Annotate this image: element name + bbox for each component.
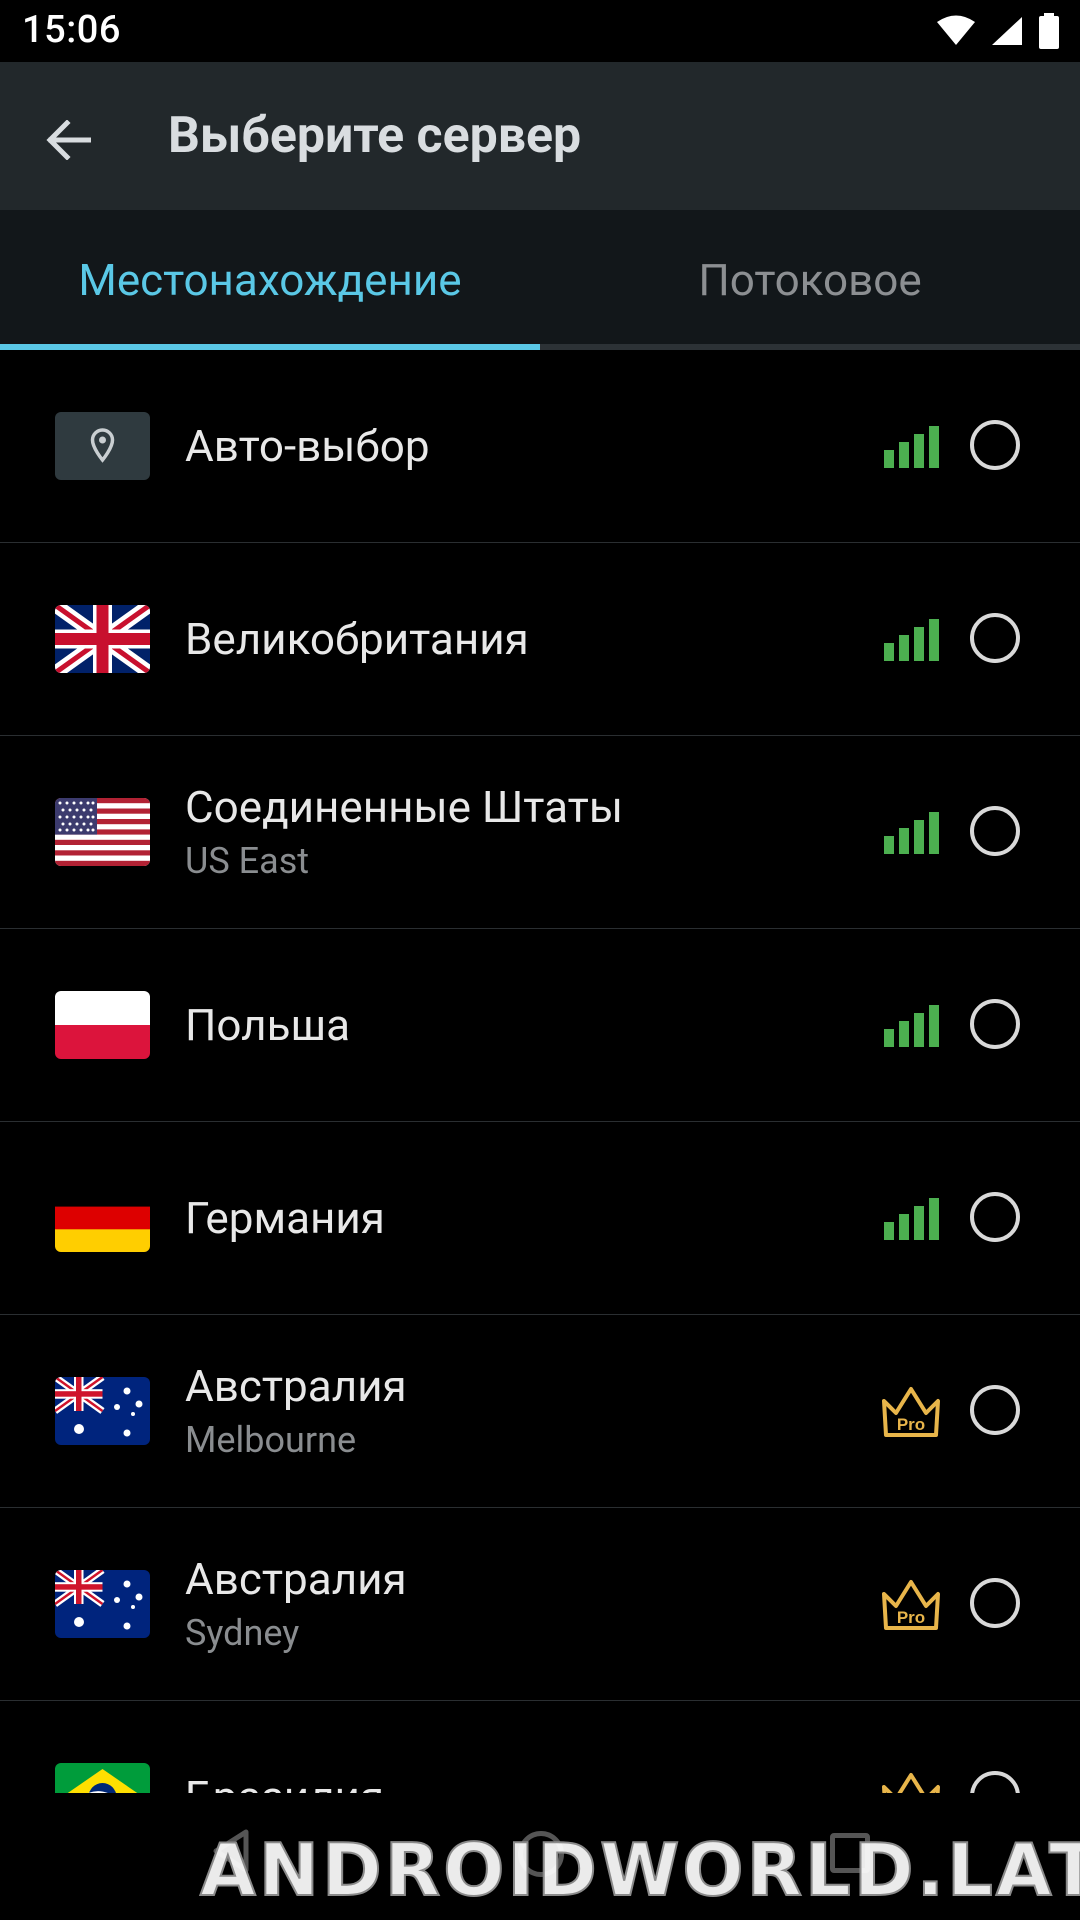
row-text: Германия <box>185 1122 385 1314</box>
row-text: Великобритания <box>185 543 529 735</box>
wifi-icon <box>937 15 975 45</box>
page-title: Выберите сервер <box>168 107 582 165</box>
server-name: Великобритания <box>185 613 529 665</box>
row-text: Польша <box>185 929 350 1121</box>
cell-signal-icon <box>992 17 1022 45</box>
watermark: ANDROIDWORLD.LAT <box>199 1827 1080 1913</box>
row-text: Авто-выбор <box>185 350 430 542</box>
server-row-us-east[interactable]: Соединенные Штаты US East <box>0 736 1080 929</box>
server-name: Австралия <box>185 1553 407 1605</box>
server-name: Бразилия <box>185 1769 384 1793</box>
back-button[interactable] <box>30 102 106 178</box>
status-icons <box>936 10 1060 52</box>
row-text: Соединенные Штаты US East <box>185 736 623 928</box>
status-time: 15:06 <box>22 8 121 52</box>
row-text: Бразилия <box>185 1701 384 1793</box>
server-row-australia-melbourne[interactable]: Австралия Melbourne Pro <box>0 1315 1080 1508</box>
pro-crown-icon: Pro <box>882 1580 940 1630</box>
server-row-brazil[interactable]: Бразилия Pro <box>0 1701 1080 1793</box>
us-flag-icon <box>55 798 150 866</box>
server-name: Польша <box>185 999 350 1051</box>
tab-streaming[interactable]: Потоковое <box>540 210 1080 350</box>
server-name: Соединенные Штаты <box>185 781 624 833</box>
row-text: Австралия Sydney <box>185 1508 407 1700</box>
server-row-germany[interactable]: Германия <box>0 1122 1080 1315</box>
radio-button[interactable] <box>970 1771 1020 1793</box>
brazil-flag-icon <box>55 1763 150 1793</box>
tab-location[interactable]: Местонахождение <box>0 210 540 350</box>
pro-crown-icon: Pro <box>882 1387 940 1437</box>
tab-bar: Местонахождение Потоковое <box>0 210 1080 350</box>
signal-strength-icon <box>884 812 939 854</box>
radio-button[interactable] <box>970 1192 1020 1242</box>
server-name: Германия <box>185 1192 385 1244</box>
server-row-uk[interactable]: Великобритания <box>0 543 1080 736</box>
location-pin-icon <box>55 412 150 480</box>
australia-flag-icon <box>55 1377 150 1445</box>
pro-crown-icon: Pro <box>882 1773 940 1793</box>
signal-strength-icon <box>884 426 939 468</box>
status-bar: 15:06 <box>0 0 1080 62</box>
radio-button[interactable] <box>970 806 1020 856</box>
signal-strength-icon <box>884 619 939 661</box>
radio-button[interactable] <box>970 420 1020 470</box>
server-city: Melbourne <box>185 1419 357 1461</box>
radio-button[interactable] <box>970 999 1020 1049</box>
server-list: Авто-выбор Великобритания Соединенные Шт… <box>0 350 1080 1793</box>
radio-button[interactable] <box>970 1578 1020 1628</box>
germany-flag-icon <box>55 1184 150 1252</box>
radio-button[interactable] <box>970 613 1020 663</box>
server-row-auto[interactable]: Авто-выбор <box>0 350 1080 543</box>
server-city: US East <box>185 840 310 882</box>
server-name: Австралия <box>185 1360 407 1412</box>
row-text: Австралия Melbourne <box>185 1315 407 1507</box>
pro-label: Pro <box>897 1608 925 1627</box>
uk-flag-icon <box>55 605 150 673</box>
signal-strength-icon <box>884 1005 939 1047</box>
server-row-poland[interactable]: Польша <box>0 929 1080 1122</box>
server-name: Авто-выбор <box>185 420 430 472</box>
signal-strength-icon <box>884 1198 939 1240</box>
radio-button[interactable] <box>970 1385 1020 1435</box>
pro-label: Pro <box>897 1415 925 1434</box>
arrow-back-icon <box>46 120 91 160</box>
server-city: Sydney <box>185 1612 300 1654</box>
battery-icon <box>1039 13 1059 49</box>
app-bar: Выберите сервер <box>0 62 1080 210</box>
server-row-australia-sydney[interactable]: Австралия Sydney Pro <box>0 1508 1080 1701</box>
australia-flag-icon <box>55 1570 150 1638</box>
poland-flag-icon <box>55 991 150 1059</box>
